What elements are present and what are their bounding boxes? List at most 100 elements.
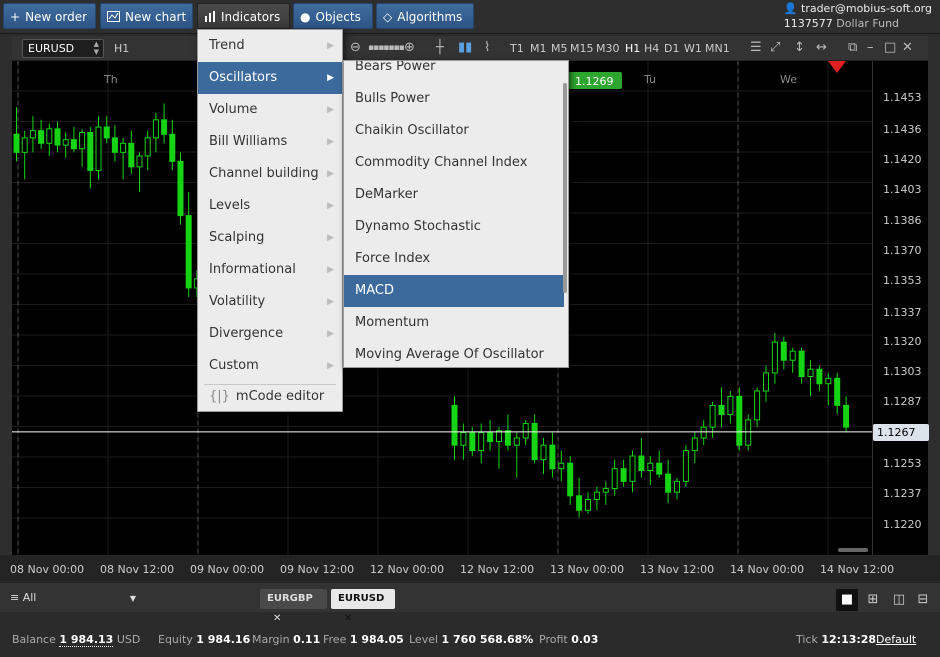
mcode-editor-label: mCode editor: [235, 389, 325, 404]
new-order-label: New order: [25, 10, 88, 24]
candle-body: [727, 395, 734, 415]
price-tick-label: 1.1253: [883, 457, 922, 470]
account-info[interactable]: 👤 trader@mobius-soft.org 1137577 Dollar …: [784, 1, 932, 31]
time-tick-label: 14 Nov 00:00: [730, 563, 805, 576]
timeframe-w1[interactable]: W1: [684, 42, 702, 55]
candle-body: [513, 437, 520, 446]
price-axis[interactable]: 1.1453 1.1436 1.1420 1.1403 1.1386 1.1370 1.13…: [872, 61, 929, 555]
chart-tabs-bar: ≡ All ▼ EURGBP ✕ EURUSD ✕ ■ ⊞ ◫ ⊟: [0, 582, 940, 624]
timeframe-m5[interactable]: M5: [551, 42, 568, 55]
zoom-slider[interactable]: ▪▪▪▪▪▪▪: [368, 43, 405, 53]
layout-columns-icon[interactable]: ◫: [888, 589, 910, 611]
close-icon[interactable]: ✕: [902, 40, 913, 55]
submenu-item-bears-power[interactable]: Bears Power: [344, 61, 564, 83]
submenu-item-force-index[interactable]: Force Index: [344, 243, 564, 275]
autoscale-icon[interactable]: ⤢: [770, 40, 780, 55]
right-panel-strip[interactable]: [928, 36, 940, 555]
day-label: Th: [103, 73, 118, 86]
timeframe-d1[interactable]: D1: [664, 42, 679, 55]
time-tick-label: 09 Nov 00:00: [190, 563, 265, 576]
menu-item-oscillators[interactable]: Oscillators ▶: [198, 62, 342, 94]
time-tick-label: 13 Nov 00:00: [550, 563, 625, 576]
timeframe-t1[interactable]: T1: [510, 42, 524, 55]
mcode-editor-item[interactable]: {|} mCode editor: [198, 381, 342, 413]
menu-item-trend[interactable]: Trend ▶: [198, 30, 342, 62]
tab-eurusd[interactable]: EURUSD ✕: [331, 589, 395, 624]
submenu-item-demarker[interactable]: DeMarker: [344, 179, 564, 211]
candle-body: [21, 137, 28, 153]
timeframe-m30[interactable]: M30: [596, 42, 620, 55]
indicators-button[interactable]: Indicators: [197, 3, 290, 29]
maximize-icon[interactable]: □: [884, 40, 896, 55]
menu-item-custom[interactable]: Custom ▶: [198, 350, 342, 382]
candle-body: [29, 130, 36, 139]
menu-item-divergence[interactable]: Divergence ▶: [198, 318, 342, 350]
price-tick-label: 1.1337: [883, 306, 922, 319]
candle-body: [128, 142, 135, 168]
bar-chart-icon[interactable]: ┼: [436, 40, 444, 55]
price-tick-label: 1.1320: [883, 335, 922, 348]
menu-item-volatility[interactable]: Volatility ▶: [198, 286, 342, 318]
line-chart-icon[interactable]: ⌇: [484, 40, 490, 55]
layout-rows-icon[interactable]: ⊟: [912, 589, 934, 611]
candle-body: [567, 462, 574, 497]
symbol-selector[interactable]: EURUSD ▲ ▼: [22, 39, 104, 58]
detach-icon[interactable]: ⧉: [848, 40, 857, 55]
candle-body: [674, 480, 680, 493]
candle-body: [736, 395, 743, 446]
price-tick-label: 1.1420: [883, 153, 922, 166]
submenu-scrollbar[interactable]: [563, 83, 567, 293]
menu-item-label: Custom: [209, 358, 259, 373]
menu-item-bill-williams[interactable]: Bill Williams ▶: [198, 126, 342, 158]
submenu-item-dynamo-stochastic[interactable]: Dynamo Stochastic: [344, 211, 564, 243]
timeframe-mn1[interactable]: MN1: [705, 42, 730, 55]
candle-body: [62, 139, 69, 146]
menu-item-scalping[interactable]: Scalping ▶: [198, 222, 342, 254]
equity-field: Equity 1 984.16: [158, 633, 251, 646]
position-marker-icon: [828, 61, 846, 73]
zoom-in-icon[interactable]: ⊕: [404, 40, 415, 55]
candle-body: [144, 137, 151, 157]
menu-item-channel-building[interactable]: Channel building ▶: [198, 158, 342, 190]
zoom-out-icon[interactable]: ⊖: [350, 40, 361, 55]
new-order-button[interactable]: + New order: [3, 3, 96, 29]
tick-source-link[interactable]: Default: [876, 633, 916, 646]
layout-grid-icon[interactable]: ⊞: [862, 589, 884, 611]
submenu-item-momentum[interactable]: Momentum: [344, 307, 564, 339]
tab-eurgbp-label: EURGBP: [267, 593, 313, 604]
timeframe-h1[interactable]: H1: [625, 42, 640, 55]
time-axis[interactable]: 08 Nov 00:00 08 Nov 12:00 09 Nov 00:00 09 N…: [0, 555, 940, 581]
submenu-item-moving-average-of-oscillator[interactable]: Moving Average Of Oscillator: [344, 339, 564, 367]
objects-button[interactable]: ● Objects: [293, 3, 373, 29]
layout-single-icon[interactable]: ■: [836, 589, 858, 611]
menu-item-levels[interactable]: Levels ▶: [198, 190, 342, 222]
price-tick-label: 1.1436: [883, 123, 922, 136]
submenu-item-macd[interactable]: MACD: [344, 275, 564, 307]
new-chart-button[interactable]: New chart: [100, 3, 193, 29]
fit-vertical-icon[interactable]: ↕: [794, 40, 805, 55]
submenu-item-bulls-power[interactable]: Bulls Power: [344, 83, 564, 115]
indicator-list-icon[interactable]: ☰: [750, 40, 762, 55]
tick-field: Tick 12:13:28: [796, 633, 877, 646]
timeframe-m1[interactable]: M1: [530, 42, 547, 55]
candle-body: [656, 462, 663, 475]
menu-item-volume[interactable]: Volume ▶: [198, 94, 342, 126]
left-panel-strip[interactable]: [0, 36, 12, 555]
price-tick-label: 1.1386: [883, 214, 922, 227]
timeframe-m15[interactable]: M15: [570, 42, 594, 55]
timeframe-h4[interactable]: H4: [644, 42, 659, 55]
candle-body: [152, 119, 159, 139]
submenu-item-chaikin-oscillator[interactable]: Chaikin Oscillator: [344, 115, 564, 147]
algorithms-button[interactable]: ◇ Algorithms: [376, 3, 474, 29]
candle-body: [629, 455, 636, 482]
submenu-item-commodity-channel-index[interactable]: Commodity Channel Index: [344, 147, 564, 179]
fit-horizontal-icon[interactable]: ↔: [816, 40, 827, 55]
symbol-filter[interactable]: ≡ All ▼: [10, 591, 136, 604]
minimize-icon[interactable]: –: [867, 40, 874, 55]
tab-eurgbp[interactable]: EURGBP ✕: [260, 589, 327, 624]
menu-item-informational[interactable]: Informational ▶: [198, 254, 342, 286]
candle-body: [531, 423, 538, 461]
candle-chart-icon[interactable]: ▮▮: [458, 40, 472, 55]
day-label: We: [780, 73, 797, 86]
chevron-right-icon: ▶: [327, 169, 334, 179]
